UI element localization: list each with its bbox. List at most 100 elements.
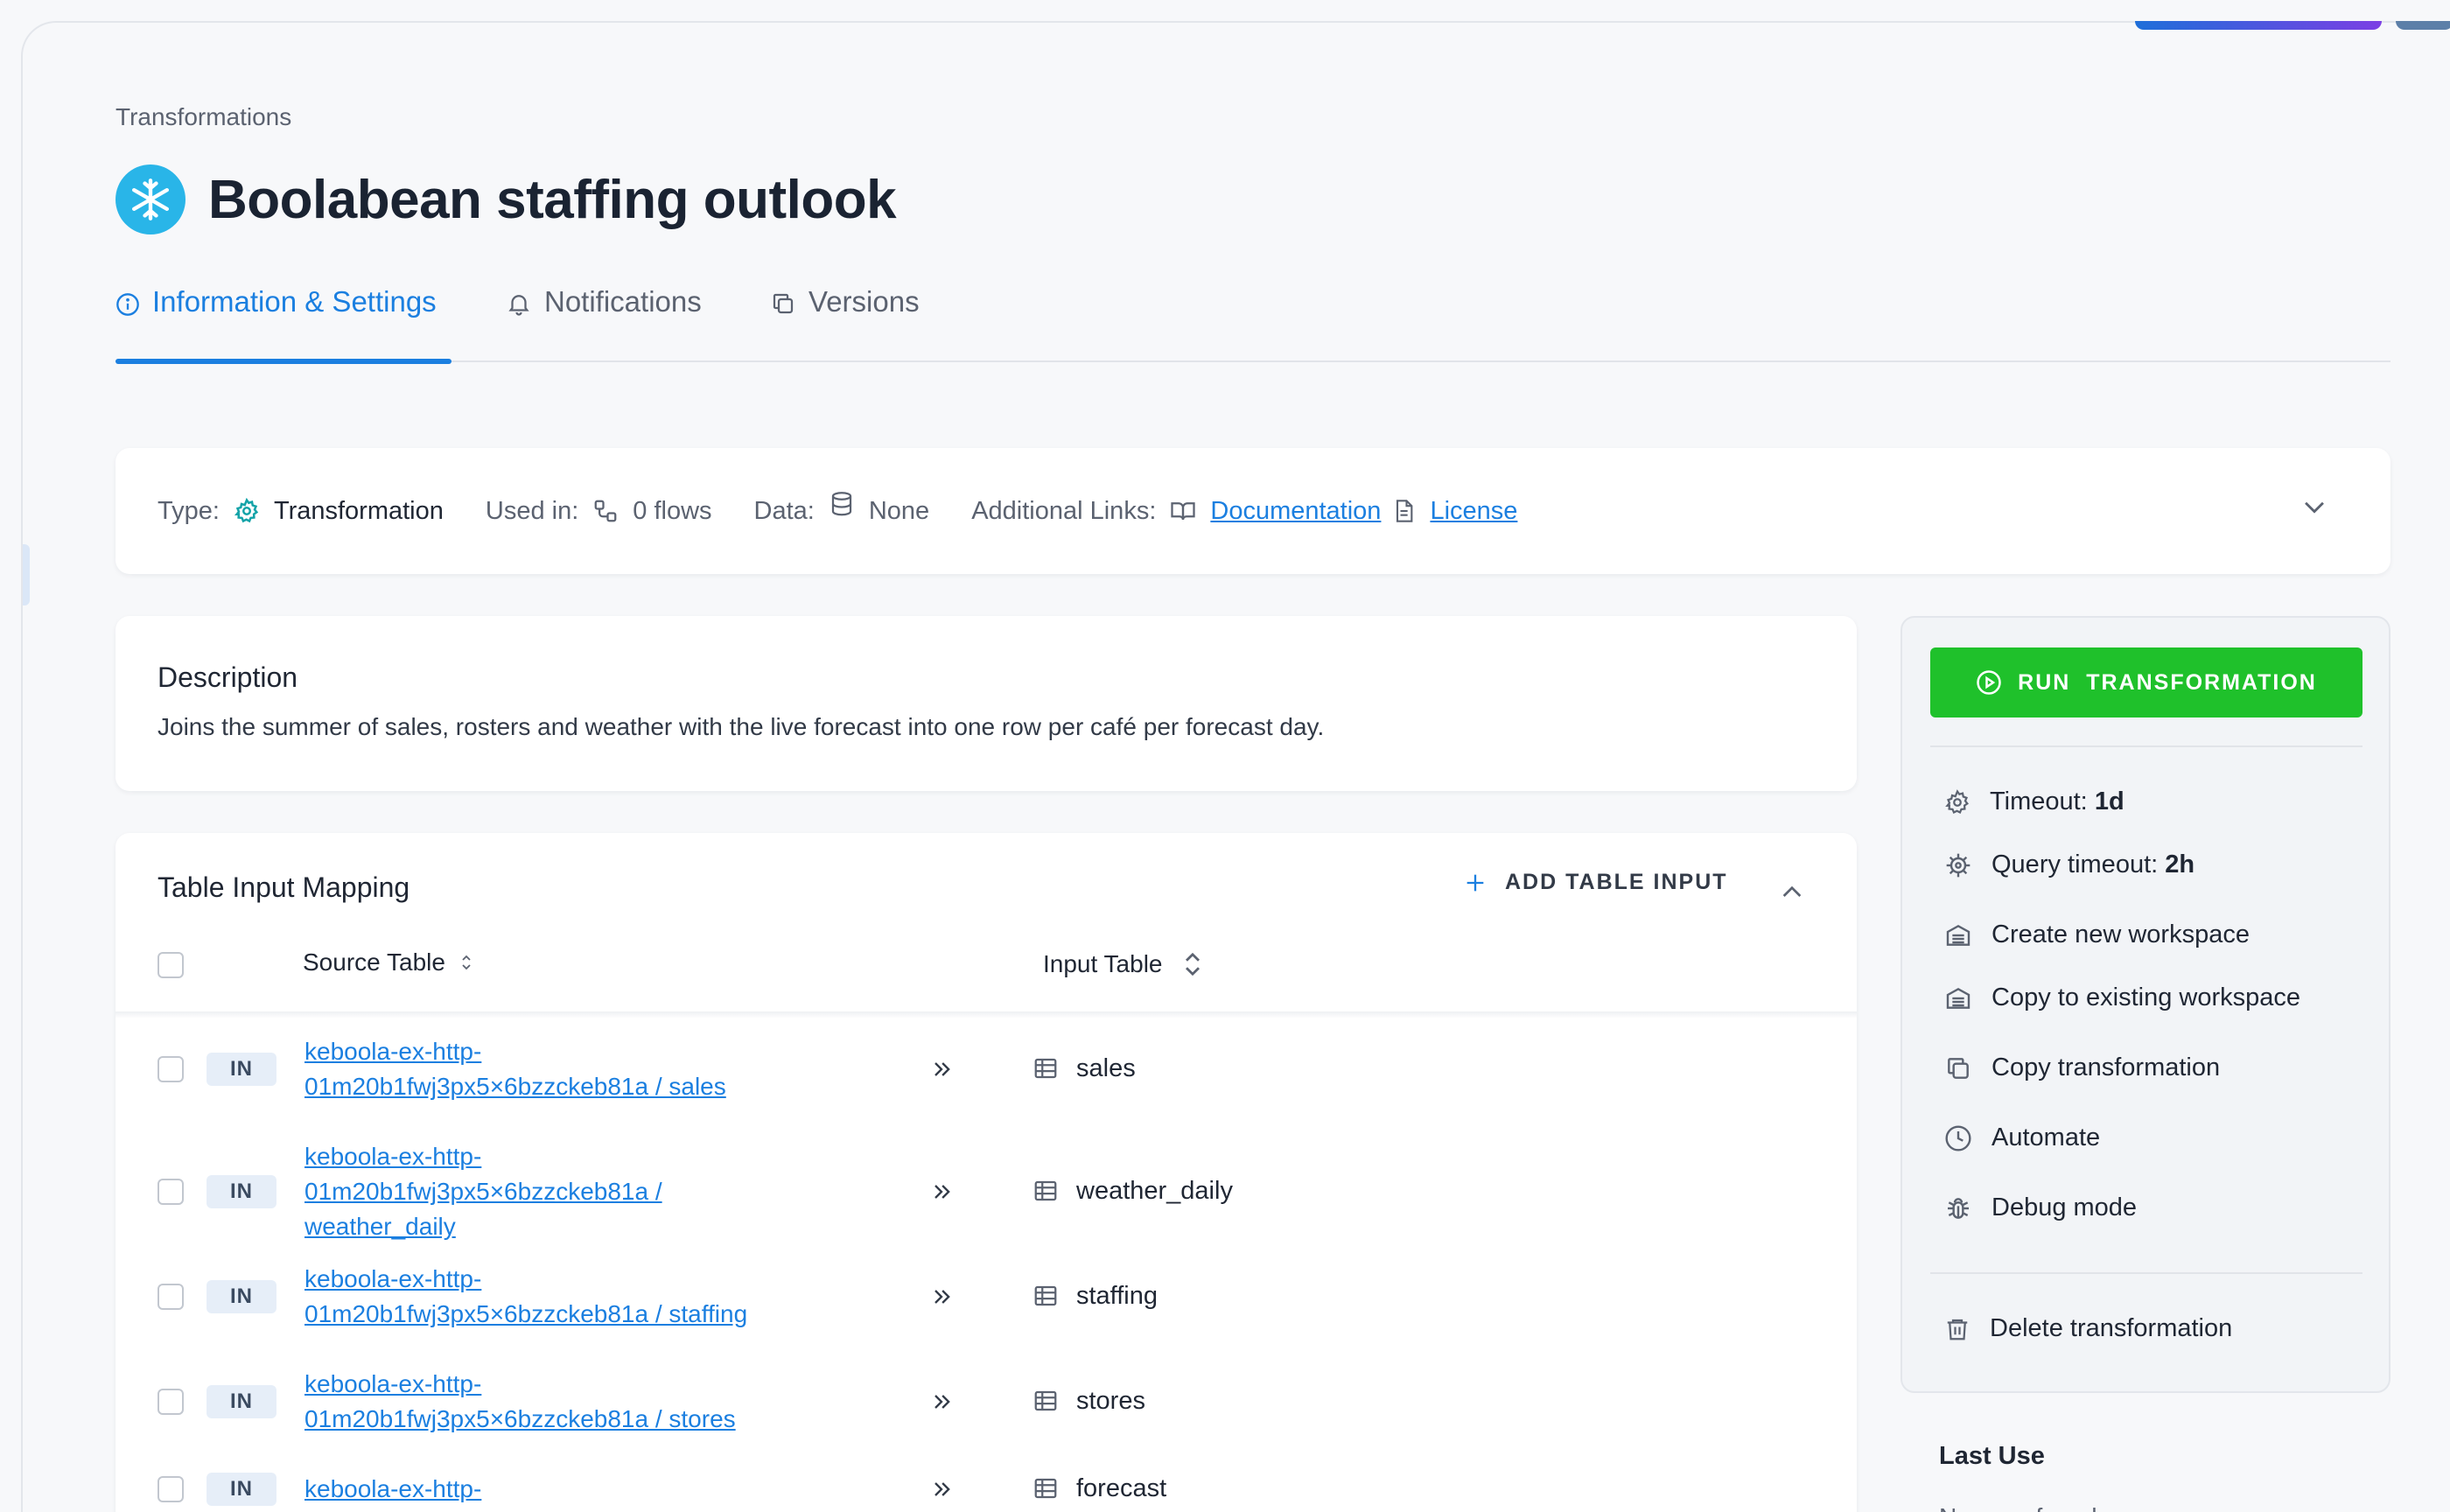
- trash-icon: [1944, 1315, 1970, 1343]
- input-table-name[interactable]: forecast: [1076, 1474, 1166, 1503]
- input-table-name[interactable]: staffing: [1076, 1282, 1158, 1311]
- database-icon: [829, 490, 855, 520]
- query-timeout-label: Query timeout:: [1992, 850, 2159, 878]
- gear-icon: [234, 498, 260, 524]
- query-timeout-value: 2h: [2165, 850, 2195, 878]
- automate-action[interactable]: Automate: [1944, 1124, 2100, 1152]
- table-icon: [1032, 1475, 1059, 1502]
- select-all-checkbox[interactable]: [158, 952, 184, 978]
- source-table-link[interactable]: keboola-ex-http- 01m20b1fwj3px5×6bzzckeb8…: [304, 1367, 794, 1437]
- input-table-header-label: Input Table: [1043, 950, 1163, 977]
- used-in-group: Used in: 0 flows: [486, 497, 712, 526]
- table-icon: [1032, 1055, 1059, 1082]
- top-action-button[interactable]: [2135, 21, 2382, 30]
- copy-icon: [1944, 1054, 1972, 1082]
- in-badge: IN: [206, 1473, 276, 1506]
- used-in-label: Used in:: [485, 496, 579, 525]
- timeout-label: Timeout:: [1990, 788, 2088, 816]
- documentation-link[interactable]: Documentation: [1210, 497, 1381, 526]
- info-card: Type: Transformation Used in: 0 flows Da…: [116, 448, 2390, 574]
- table-icon: [1032, 1388, 1059, 1414]
- tab-label: Notifications: [544, 285, 702, 318]
- play-circle-icon: [1976, 669, 2002, 696]
- source-table-link-line: 01m20b1fwj3px5×6bzzckeb81a / stores: [304, 1405, 736, 1432]
- sidebar-marker: [23, 544, 30, 606]
- source-table-link[interactable]: keboola-ex-http-: [304, 1472, 794, 1507]
- tab-label: Information & Settings: [152, 285, 437, 318]
- debug-mode-label: Debug mode: [1992, 1194, 2138, 1222]
- source-table-column-header[interactable]: Source Table: [303, 948, 475, 976]
- create-workspace-label: Create new workspace: [1992, 920, 2250, 948]
- query-timeout-setting[interactable]: Query timeout: 2h: [1944, 850, 2194, 879]
- links-group: Additional Links: Documentation License: [971, 497, 1517, 526]
- source-table-link-line: 01m20b1fwj3px5×6bzzckeb81a / staffing: [304, 1300, 748, 1327]
- double-chevron-right-icon: [929, 1057, 954, 1082]
- flow-icon: [592, 498, 619, 524]
- timeout-setting[interactable]: Timeout: 1d: [1944, 788, 2124, 816]
- source-table-link[interactable]: keboola-ex-http- 01m20b1fwj3px5×6bzzckeb8…: [304, 1262, 794, 1332]
- header-divider: [116, 1012, 1857, 1018]
- double-chevron-right-icon: [929, 1477, 954, 1502]
- delete-transformation-label: Delete transformation: [1990, 1314, 2233, 1342]
- run-transformation-button[interactable]: RUN TRANSFORMATION: [1930, 648, 2362, 718]
- source-table-link[interactable]: keboola-ex-http- 01m20b1fwj3px5×6bzzckeb8…: [304, 1139, 794, 1244]
- input-table-name[interactable]: sales: [1076, 1054, 1136, 1083]
- input-table-column-header[interactable]: Input Table: [1043, 948, 1205, 980]
- add-table-input-label: ADD TABLE INPUT: [1505, 870, 1728, 894]
- row-checkbox[interactable]: [158, 1056, 184, 1082]
- table-icon: [1032, 1178, 1059, 1204]
- source-table-link-line: 01m20b1fwj3px5×6bzzckeb81a / sales: [304, 1073, 726, 1100]
- delete-transformation-action[interactable]: Delete transformation: [1944, 1314, 2232, 1343]
- panel-divider: [1930, 1272, 2362, 1274]
- action-side-panel: RUN TRANSFORMATION Timeout: 1d Query tim…: [1900, 616, 2390, 1393]
- info-icon: [116, 292, 140, 317]
- automate-label: Automate: [1992, 1124, 2101, 1152]
- in-badge: IN: [206, 1280, 276, 1313]
- tab-information-settings[interactable]: Information & Settings: [116, 276, 452, 364]
- table-icon: [1032, 1283, 1059, 1309]
- source-table-link[interactable]: keboola-ex-http- 01m20b1fwj3px5×6bzzckeb8…: [304, 1034, 794, 1104]
- double-chevron-right-icon: [929, 1284, 954, 1309]
- copy-transformation-action[interactable]: Copy transformation: [1944, 1054, 2220, 1082]
- links-label: Additional Links:: [971, 496, 1157, 525]
- license-link[interactable]: License: [1430, 497, 1517, 526]
- type-label: Type:: [158, 496, 220, 525]
- description-card: Description Joins the summer of sales, r…: [116, 616, 1857, 791]
- tab-bar: Information & Settings Notifications Ver…: [116, 276, 2390, 364]
- in-badge: IN: [206, 1053, 276, 1086]
- breadcrumb[interactable]: Transformations: [116, 103, 291, 131]
- source-table-link-line: keboola-ex-http-: [304, 1475, 482, 1502]
- add-table-input-button[interactable]: ADD TABLE INPUT: [1463, 870, 1728, 895]
- create-workspace-action[interactable]: Create new workspace: [1944, 920, 2250, 949]
- timeout-value: 1d: [2094, 788, 2124, 816]
- description-text[interactable]: Joins the summer of sales, rosters and w…: [158, 713, 1815, 741]
- type-group: Type: Transformation: [158, 497, 444, 526]
- tab-notifications[interactable]: Notifications: [506, 276, 702, 362]
- avatar[interactable]: [2396, 21, 2450, 30]
- app-frame: Transformations Boolabean staffing outlo…: [21, 21, 2450, 1512]
- warehouse-icon: [1944, 921, 1972, 949]
- plus-icon: [1463, 871, 1488, 895]
- chevron-down-icon[interactable]: [2300, 492, 2329, 522]
- clock-icon: [1944, 1124, 1972, 1152]
- last-use-title: Last Use: [1939, 1442, 2045, 1470]
- copy-workspace-action[interactable]: Copy to existing workspace: [1944, 984, 2300, 1012]
- table-header-row: Source Table Input Table: [158, 948, 1820, 984]
- input-table-name[interactable]: weather_daily: [1076, 1177, 1233, 1206]
- row-checkbox[interactable]: [158, 1389, 184, 1415]
- warehouse-icon: [1944, 984, 1972, 1012]
- data-group: Data: None: [754, 492, 929, 526]
- copy-icon: [770, 290, 796, 317]
- run-transformation-label: RUN TRANSFORMATION: [2018, 669, 2317, 695]
- book-icon: [1170, 498, 1196, 524]
- input-table-name[interactable]: stores: [1076, 1387, 1145, 1416]
- copy-workspace-label: Copy to existing workspace: [1992, 984, 2300, 1012]
- row-checkbox[interactable]: [158, 1179, 184, 1205]
- row-checkbox[interactable]: [158, 1476, 184, 1502]
- debug-mode-action[interactable]: Debug mode: [1944, 1194, 2137, 1222]
- document-icon: [1391, 498, 1416, 524]
- tab-versions[interactable]: Versions: [770, 276, 920, 362]
- row-checkbox[interactable]: [158, 1284, 184, 1310]
- sort-icon: [458, 952, 475, 973]
- chevron-up-icon[interactable]: [1778, 878, 1806, 906]
